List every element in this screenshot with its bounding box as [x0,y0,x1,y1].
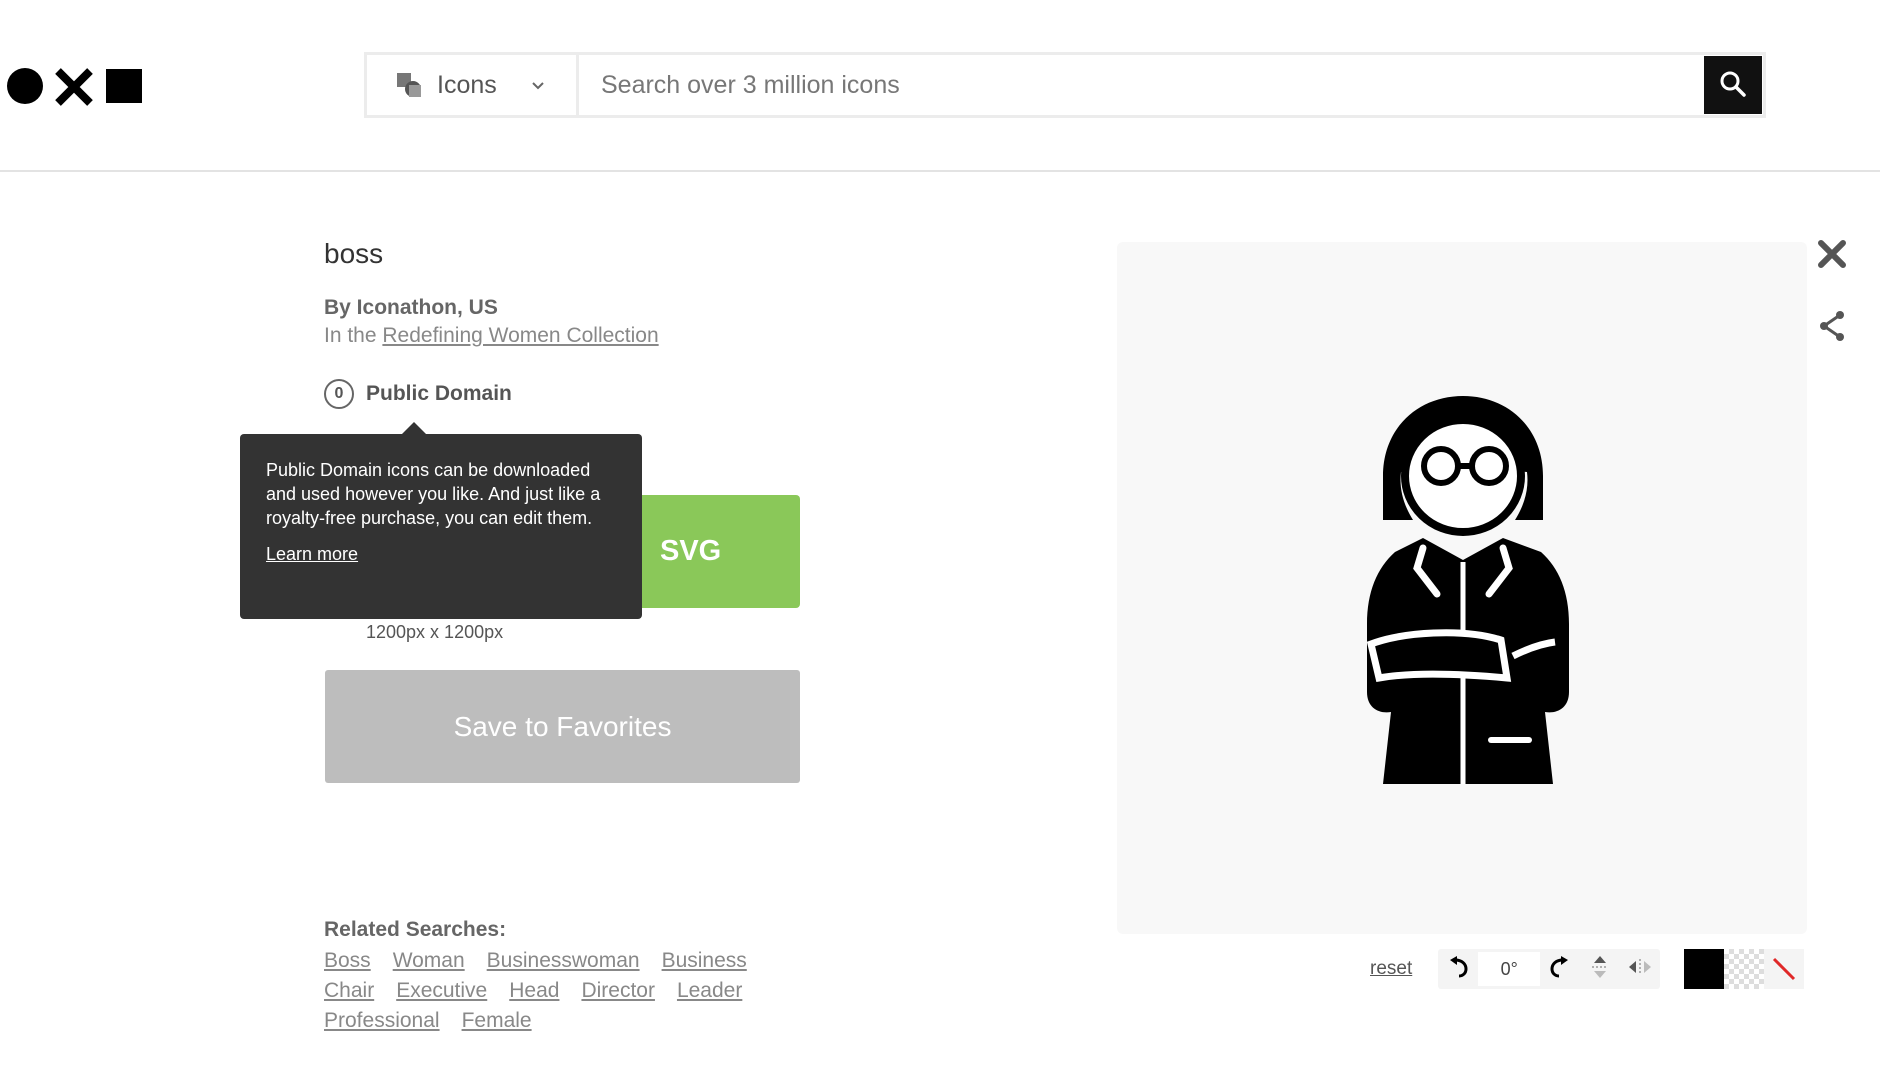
related-tag[interactable]: Female [462,1008,532,1034]
related-searches-heading: Related Searches: [324,918,507,941]
rotate-left-icon [1447,955,1469,983]
icon-collection: In the Redefining Women Collection [324,324,659,348]
rotation-controls: 0° [1438,949,1661,989]
rotate-right-icon [1549,955,1571,983]
flip-vertical-button[interactable] [1580,949,1620,989]
reset-link[interactable]: reset [1370,958,1412,980]
share-icon [1818,311,1846,346]
swatch-no-color[interactable] [1764,949,1805,989]
chevron-down-icon [531,78,545,92]
flip-horizontal-button[interactable] [1620,949,1660,989]
related-tags-list: Boss Woman Businesswoman Business Chair … [324,948,794,1034]
related-tag[interactable]: Chair [324,978,374,1004]
boss-woman-icon [1366,396,1569,784]
tooltip-text: Public Domain icons can be downloaded an… [266,460,601,528]
related-tag[interactable]: Leader [677,978,742,1004]
license-label: Public Domain [366,382,512,405]
icon-title: boss [324,238,384,269]
search-button[interactable] [1704,56,1762,114]
related-tag[interactable]: Businesswoman [487,948,640,974]
swatch-black[interactable] [1684,949,1725,989]
swatch-transparent[interactable] [1724,949,1765,989]
icon-author: By Iconathon, US [324,296,498,319]
rotate-right-button[interactable] [1540,949,1580,989]
collection-prefix: In the [324,324,383,347]
flip-horizontal-icon [1628,957,1652,982]
download-svg-button[interactable]: SVG [640,495,800,608]
license-info[interactable]: 0 Public Domain [324,379,512,409]
save-to-favorites-button[interactable]: Save to Favorites [325,670,800,783]
related-tag[interactable]: Boss [324,948,371,974]
search-type-label: Icons [437,70,497,99]
close-icon [1816,240,1848,274]
related-tag[interactable]: Business [662,948,747,974]
search-type-dropdown[interactable]: Icons [367,55,579,115]
icon-preview [1117,242,1807,934]
learn-more-link[interactable]: Learn more [266,544,358,565]
related-searches: Related Searches: Boss Woman Businesswom… [324,918,804,1034]
collection-link[interactable]: Redefining Women Collection [382,324,658,347]
rotate-left-button[interactable] [1438,949,1478,989]
flip-vertical-icon [1590,955,1610,984]
search-icon [1719,70,1747,101]
related-tag[interactable]: Head [509,978,559,1004]
related-tag[interactable]: Executive [396,978,487,1004]
close-button[interactable] [1816,238,1848,270]
related-tag[interactable]: Director [581,978,655,1004]
related-tag[interactable]: Professional [324,1008,440,1034]
color-swatches [1684,949,1805,989]
public-domain-icon: 0 [324,379,354,409]
share-button[interactable] [1818,310,1846,342]
search-bar: Icons [364,52,1766,118]
noun-project-logo[interactable] [6,66,146,106]
license-tooltip: Public Domain icons can be downloaded an… [240,422,642,619]
related-tag[interactable]: Woman [393,948,465,974]
search-input[interactable] [579,55,1704,115]
site-header: Icons [0,0,1880,172]
shapes-icon [395,71,423,99]
rotation-angle-value[interactable]: 0° [1478,952,1541,986]
download-size: 1200px x 1200px [366,622,504,642]
preview-toolbar: reset 0° [1370,949,1805,989]
